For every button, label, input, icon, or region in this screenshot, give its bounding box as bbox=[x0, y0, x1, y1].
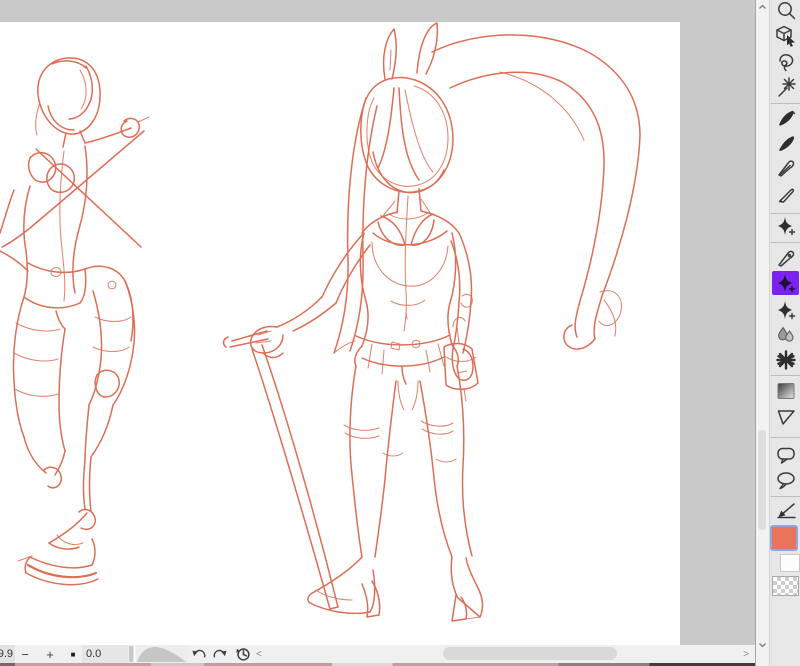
tool-arrow-line[interactable] bbox=[772, 499, 799, 523]
magic-wand-icon bbox=[777, 77, 796, 97]
transparent-color-swatch[interactable] bbox=[772, 576, 799, 596]
pen-2-icon bbox=[778, 136, 794, 151]
marker-icon bbox=[778, 188, 794, 203]
starburst-icon bbox=[775, 350, 796, 370]
tool-sparkle-brush-2[interactable] bbox=[772, 298, 799, 322]
reset-rotation-icon bbox=[236, 648, 250, 661]
speech-balloon-icon bbox=[776, 447, 795, 464]
toolbar-scrollbar[interactable] bbox=[755, 0, 769, 666]
tool-sparkle-brush[interactable] bbox=[772, 271, 799, 295]
lasso-icon bbox=[778, 54, 793, 72]
tool-group-separator bbox=[771, 242, 800, 243]
chevron-up-icon bbox=[759, 4, 766, 9]
sparkle-plus-icon bbox=[777, 217, 795, 236]
tool-spray-burst[interactable] bbox=[772, 348, 799, 372]
tool-polyline-fill[interactable] bbox=[772, 405, 799, 429]
zoom-slider[interactable] bbox=[129, 645, 188, 663]
tool-decoration-sparkle[interactable] bbox=[772, 214, 799, 238]
undo-icon bbox=[192, 649, 206, 658]
sparkle-plus-icon bbox=[777, 301, 795, 320]
canvas-area[interactable] bbox=[0, 0, 755, 645]
zoom-in-button[interactable]: + bbox=[41, 645, 59, 663]
object-cube-cursor-icon bbox=[775, 25, 795, 47]
chevron-down-icon bbox=[759, 642, 766, 647]
redo-button[interactable] bbox=[212, 645, 230, 663]
sketch-left-figure bbox=[0, 57, 150, 586]
calligraphy-pen-icon bbox=[777, 250, 794, 267]
ellipse-balloon-icon bbox=[776, 472, 795, 490]
sparkle-brush-icon bbox=[777, 274, 795, 293]
tool-object[interactable] bbox=[772, 24, 799, 48]
triangle-polyline-icon bbox=[777, 410, 795, 425]
zoom-slider-shape bbox=[129, 646, 188, 662]
gradient-square-icon bbox=[777, 383, 794, 399]
redo-icon bbox=[213, 649, 227, 658]
tool-marker[interactable] bbox=[772, 181, 799, 205]
zoom-percent-value: 9.9 bbox=[0, 648, 13, 660]
toolbar-scroll-up[interactable] bbox=[758, 2, 767, 11]
sketch-center-figure bbox=[222, 22, 641, 622]
secondary-color-swatch[interactable] bbox=[780, 554, 800, 572]
arrow-line-icon bbox=[776, 503, 796, 519]
toolbar-scroll-down[interactable] bbox=[758, 640, 767, 649]
quill-pen-icon bbox=[777, 160, 794, 177]
bottom-bar: 9.9 − + ■ 0.0 < > bbox=[0, 645, 755, 663]
zoom-out-button[interactable]: − bbox=[16, 645, 34, 663]
tool-group-separator bbox=[771, 375, 800, 376]
foreground-color-swatch[interactable] bbox=[770, 525, 798, 551]
water-drops-icon bbox=[777, 326, 794, 342]
fit-view-button[interactable]: ■ bbox=[64, 645, 82, 663]
tool-blend-drops[interactable] bbox=[772, 323, 799, 347]
tool-lasso[interactable] bbox=[772, 50, 799, 74]
toolbar-scrollbar-thumb[interactable] bbox=[758, 430, 766, 530]
tool-pen[interactable] bbox=[772, 106, 799, 130]
magnifier-icon bbox=[777, 2, 795, 20]
tool-palette bbox=[755, 0, 800, 666]
tool-column bbox=[769, 0, 800, 666]
tool-calligraphy-pen[interactable] bbox=[772, 246, 799, 270]
tool-gradient[interactable] bbox=[772, 379, 799, 403]
tool-group-separator bbox=[771, 103, 800, 104]
tool-magic-wand[interactable] bbox=[772, 75, 799, 99]
tool-group-separator bbox=[771, 496, 800, 497]
tool-balloon[interactable] bbox=[772, 443, 799, 467]
zoom-percent-field[interactable]: 9.9 bbox=[0, 645, 15, 663]
scroll-right-chevron[interactable]: > bbox=[739, 645, 753, 663]
tool-quill-pen[interactable] bbox=[772, 156, 799, 180]
scroll-left-chevron[interactable]: < bbox=[252, 645, 266, 663]
horizontal-scrollbar-thumb[interactable] bbox=[443, 647, 617, 660]
tool-pen-2[interactable] bbox=[772, 131, 799, 155]
tool-group-separator bbox=[771, 437, 800, 438]
undo-button[interactable] bbox=[189, 645, 207, 663]
pen-icon bbox=[778, 110, 795, 126]
reset-view-button[interactable] bbox=[234, 645, 252, 663]
tool-ellipse-balloon[interactable] bbox=[772, 468, 799, 492]
tool-zoom[interactable] bbox=[772, 0, 799, 23]
sketch-drawing bbox=[0, 22, 641, 622]
rotation-field[interactable]: 0.0 bbox=[82, 645, 128, 663]
rotation-value: 0.0 bbox=[86, 648, 102, 660]
